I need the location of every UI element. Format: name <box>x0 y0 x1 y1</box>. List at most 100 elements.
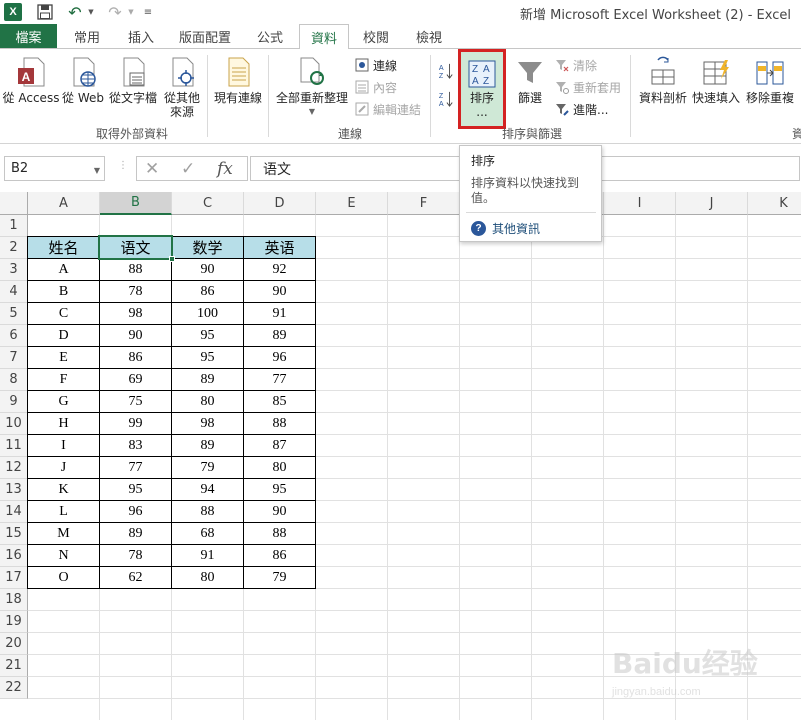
tooltip-more-info-link[interactable]: ? 其他資訊 <box>471 220 540 237</box>
connections-button[interactable]: 連線 <box>354 55 397 75</box>
row-header-9[interactable]: 9 <box>0 391 28 413</box>
from-web-button[interactable]: 從 Web <box>60 55 106 105</box>
confirm-entry-icon[interactable]: ✓ <box>181 159 195 179</box>
tab-file[interactable]: 檔案 <box>0 24 57 48</box>
row-header-17[interactable]: 17 <box>0 567 28 589</box>
tab-formulas[interactable]: 公式 <box>244 24 296 48</box>
sort-ascending-button[interactable]: AZ <box>438 61 457 81</box>
column-header-b[interactable]: B <box>100 192 172 215</box>
table-cell[interactable]: 80 <box>171 566 244 589</box>
advanced-filter-button[interactable]: 進階... <box>554 99 608 119</box>
reapply-button[interactable]: 重新套用 <box>554 77 621 97</box>
row-header-3[interactable]: 3 <box>0 259 28 281</box>
row-header-1[interactable]: 1 <box>0 215 28 237</box>
table-header-cell[interactable]: 语文 <box>99 236 172 259</box>
row-header-22[interactable]: 22 <box>0 677 28 699</box>
column-header-f[interactable]: F <box>388 192 460 215</box>
text-to-columns-button[interactable]: 資料剖析 <box>636 55 690 105</box>
table-cell[interactable]: 85 <box>243 390 316 413</box>
column-header-e[interactable]: E <box>316 192 388 215</box>
table-cell[interactable]: F <box>27 368 100 391</box>
table-cell[interactable]: 95 <box>171 346 244 369</box>
insert-function-icon[interactable]: fx <box>217 159 233 179</box>
tab-page-layout[interactable]: 版面配置 <box>172 24 238 48</box>
properties-button[interactable]: 內容 <box>354 77 397 97</box>
from-text-button[interactable]: 從文字檔 <box>106 55 160 105</box>
table-cell[interactable]: 89 <box>99 522 172 545</box>
table-cell[interactable]: 88 <box>99 258 172 281</box>
tab-review[interactable]: 校閱 <box>352 24 400 48</box>
table-cell[interactable]: A <box>27 258 100 281</box>
row-header-19[interactable]: 19 <box>0 611 28 633</box>
table-cell[interactable]: O <box>27 566 100 589</box>
table-cell[interactable]: 90 <box>171 258 244 281</box>
row-header-21[interactable]: 21 <box>0 655 28 677</box>
table-cell[interactable]: 86 <box>243 544 316 567</box>
row-header-4[interactable]: 4 <box>0 281 28 303</box>
row-header-18[interactable]: 18 <box>0 589 28 611</box>
filter-button[interactable]: 篩選 <box>510 55 550 105</box>
table-cell[interactable]: 75 <box>99 390 172 413</box>
table-cell[interactable]: D <box>27 324 100 347</box>
cancel-entry-icon[interactable]: ✕ <box>145 159 159 179</box>
table-cell[interactable]: 96 <box>243 346 316 369</box>
table-cell[interactable]: 90 <box>243 500 316 523</box>
row-header-5[interactable]: 5 <box>0 303 28 325</box>
table-cell[interactable]: 89 <box>171 434 244 457</box>
select-all-corner[interactable] <box>0 192 28 215</box>
column-header-k[interactable]: K <box>748 192 801 215</box>
table-cell[interactable]: I <box>27 434 100 457</box>
row-header-11[interactable]: 11 <box>0 435 28 457</box>
from-access-button[interactable]: A 從 Access <box>2 55 60 105</box>
edit-links-button[interactable]: 編輯連結 <box>354 99 421 119</box>
table-cell[interactable]: 83 <box>99 434 172 457</box>
sort-button[interactable]: ZAAZ 排序 ... <box>458 49 506 129</box>
table-cell[interactable]: M <box>27 522 100 545</box>
table-cell[interactable]: 96 <box>99 500 172 523</box>
table-cell[interactable]: N <box>27 544 100 567</box>
row-header-20[interactable]: 20 <box>0 633 28 655</box>
table-cell[interactable]: 98 <box>99 302 172 325</box>
table-cell[interactable]: 88 <box>243 412 316 435</box>
table-cell[interactable]: 79 <box>243 566 316 589</box>
table-cell[interactable]: 95 <box>243 478 316 501</box>
table-cell[interactable]: 95 <box>171 324 244 347</box>
row-header-10[interactable]: 10 <box>0 413 28 435</box>
table-cell[interactable]: 88 <box>171 500 244 523</box>
table-header-cell[interactable]: 英语 <box>243 236 316 259</box>
table-cell[interactable]: 77 <box>243 368 316 391</box>
existing-connections-button[interactable]: 現有連線 <box>211 55 265 105</box>
tab-view[interactable]: 檢視 <box>405 24 453 48</box>
table-cell[interactable]: 86 <box>171 280 244 303</box>
table-cell[interactable]: J <box>27 456 100 479</box>
name-box[interactable]: B2 ▼ <box>4 156 105 181</box>
column-header-j[interactable]: J <box>676 192 748 215</box>
table-cell[interactable]: 68 <box>171 522 244 545</box>
table-cell[interactable]: 89 <box>243 324 316 347</box>
customize-quick-access-icon[interactable]: ≡ <box>142 3 154 21</box>
tab-insert[interactable]: 插入 <box>116 24 166 48</box>
table-cell[interactable]: 78 <box>99 544 172 567</box>
table-cell[interactable]: 87 <box>243 434 316 457</box>
table-cell[interactable]: 86 <box>99 346 172 369</box>
row-header-15[interactable]: 15 <box>0 523 28 545</box>
column-header-i[interactable]: I <box>604 192 676 215</box>
remove-duplicates-button[interactable]: 移除重複 <box>742 55 798 105</box>
table-cell[interactable]: 69 <box>99 368 172 391</box>
redo-dropdown-icon[interactable]: ▼ <box>126 3 136 21</box>
table-cell[interactable]: 94 <box>171 478 244 501</box>
name-box-dropdown-icon[interactable]: ▼ <box>94 166 100 175</box>
row-header-14[interactable]: 14 <box>0 501 28 523</box>
row-header-7[interactable]: 7 <box>0 347 28 369</box>
row-header-6[interactable]: 6 <box>0 325 28 347</box>
row-header-16[interactable]: 16 <box>0 545 28 567</box>
table-cell[interactable]: 98 <box>171 412 244 435</box>
table-cell[interactable]: 91 <box>171 544 244 567</box>
table-header-cell[interactable]: 姓名 <box>27 236 100 259</box>
table-cell[interactable]: 78 <box>99 280 172 303</box>
column-header-a[interactable]: A <box>28 192 100 215</box>
row-header-12[interactable]: 12 <box>0 457 28 479</box>
column-header-c[interactable]: C <box>172 192 244 215</box>
table-cell[interactable]: 62 <box>99 566 172 589</box>
fill-handle[interactable] <box>169 256 175 262</box>
